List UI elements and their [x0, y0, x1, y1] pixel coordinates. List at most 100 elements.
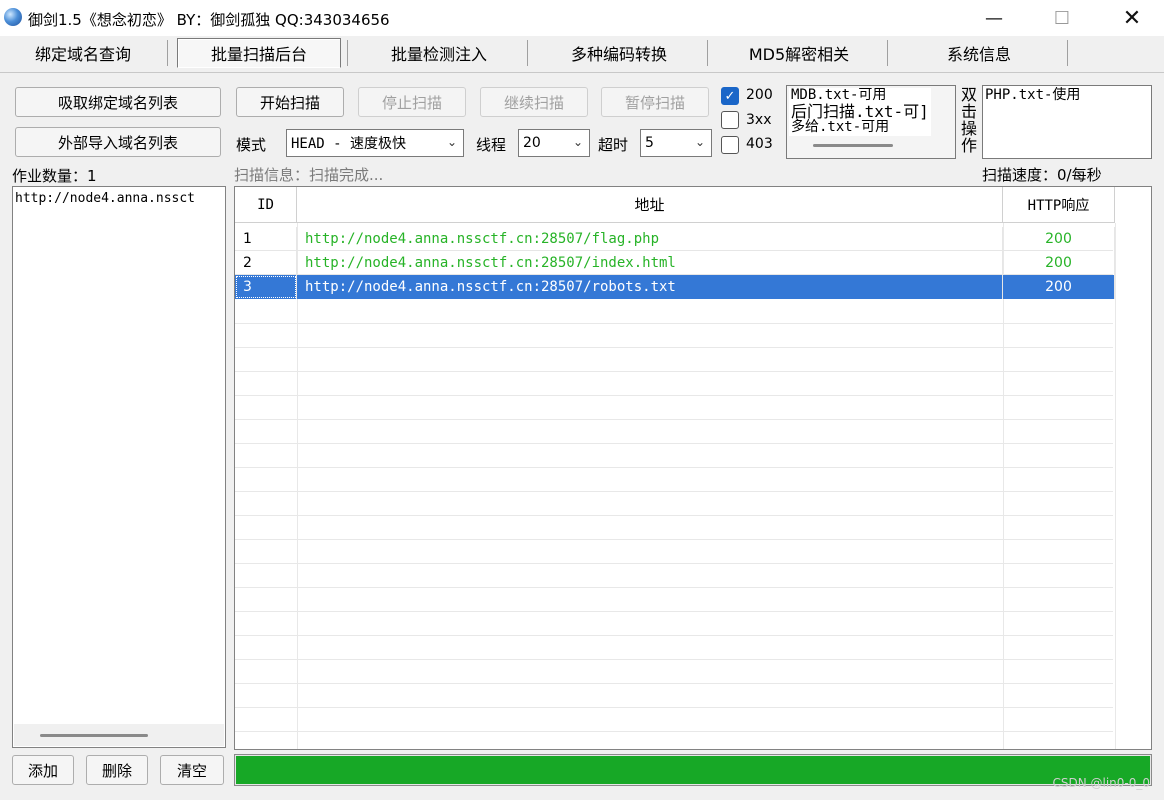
php-dictionary-box[interactable]: PHP.txt-使用: [982, 85, 1152, 159]
maximize-button[interactable]: ☐: [1034, 0, 1090, 36]
mode-select[interactable]: HEAD - 速度极快 ⌄: [286, 129, 464, 157]
tab-encoding-conversion[interactable]: 多种编码转换: [534, 38, 704, 68]
row-url: http://node4.anna.nssctf.cn:28507/index.…: [297, 251, 1003, 275]
hint-char: 击: [960, 102, 977, 121]
row-http-code: 200: [1003, 251, 1115, 275]
scan-info-label: 扫描信息：扫描完成...: [234, 166, 384, 184]
row-separator: [235, 659, 1113, 660]
progress-fill: [236, 756, 1150, 784]
app-globe-icon: [4, 8, 22, 26]
row-separator: [235, 611, 1113, 612]
title-bar: 御剑1.5《想念初恋》 BY：御剑孤独 QQ:343034656 — ☐ ✕: [0, 0, 1164, 36]
status-200-label: 200: [746, 87, 773, 103]
watermark: CSDN @lin0-0_0: [1052, 776, 1150, 790]
status-403-label: 403: [746, 136, 773, 152]
row-separator: [235, 587, 1113, 588]
php-dictionary-item[interactable]: PHP.txt-使用: [983, 86, 1151, 103]
column-header-url[interactable]: 地址: [297, 187, 1003, 223]
tab-separator: [527, 40, 528, 66]
scan-speed-label: 扫描速度：0/每秒: [982, 166, 1102, 184]
window-title: 御剑1.5《想念初恋》 BY：御剑孤独 QQ:343034656: [28, 11, 390, 29]
tab-separator: [347, 40, 348, 66]
add-button[interactable]: 添加: [12, 755, 74, 785]
status-3xx-label: 3xx: [746, 112, 772, 128]
hint-char: 双: [960, 85, 977, 104]
row-separator: [235, 467, 1113, 468]
tab-separator: [1067, 40, 1068, 66]
pause-scan-button[interactable]: 暂停扫描: [601, 87, 709, 117]
minimize-button[interactable]: —: [966, 0, 1022, 36]
row-http-code: 200: [1003, 275, 1115, 299]
list-item[interactable]: http://node4.anna.nssct: [13, 187, 225, 210]
double-click-hint: 双 击 操 作: [960, 86, 978, 154]
dictionary-list[interactable]: MDB.txt-可用 后门扫描.txt-可] 多给.txt-可用: [786, 85, 956, 159]
mode-value: HEAD - 速度极快: [291, 136, 407, 152]
row-separator: [235, 563, 1113, 564]
scrollbar-thumb[interactable]: [40, 734, 148, 737]
domain-listbox[interactable]: http://node4.anna.nssct: [12, 186, 226, 748]
hint-char: 作: [960, 136, 977, 155]
chevron-down-icon: ⌄: [572, 135, 583, 149]
dictionary-item[interactable]: 后门扫描.txt-可]: [789, 103, 931, 120]
close-button[interactable]: ✕: [1104, 0, 1160, 36]
chevron-down-icon: ⌄: [694, 135, 705, 149]
row-separator: [235, 491, 1113, 492]
resume-scan-button[interactable]: 继续扫描: [480, 87, 588, 117]
start-scan-button[interactable]: 开始扫描: [236, 87, 344, 117]
dictionary-list-items: MDB.txt-可用 后门扫描.txt-可] 多给.txt-可用: [789, 88, 931, 136]
status-200-checkbox[interactable]: ✓: [721, 87, 739, 105]
results-table[interactable]: ID 地址 HTTP响应 1 http://node4.anna.nssctf.…: [234, 186, 1152, 750]
row-url: http://node4.anna.nssctf.cn:28507/robots…: [297, 275, 1003, 299]
table-row[interactable]: 2 http://node4.anna.nssctf.cn:28507/inde…: [235, 251, 1115, 275]
chevron-down-icon: ⌄: [446, 135, 457, 149]
row-id: 1: [235, 227, 297, 251]
status-403-checkbox[interactable]: [721, 136, 739, 154]
tab-batch-scan-admin[interactable]: 批量扫描后台: [177, 38, 341, 68]
dictionary-item[interactable]: 多给.txt-可用: [789, 120, 931, 135]
status-3xx-checkbox[interactable]: [721, 111, 739, 129]
timeout-label: 超时: [598, 136, 629, 154]
timeout-select[interactable]: 5 ⌄: [640, 129, 712, 157]
row-separator: [235, 419, 1113, 420]
dictionary-scrollbar[interactable]: [813, 144, 893, 147]
tab-separator: [887, 40, 888, 66]
row-id: 2: [235, 251, 297, 275]
tab-separator: [707, 40, 708, 66]
import-domains-button[interactable]: 外部导入域名列表: [15, 127, 221, 157]
fetch-bound-domains-button[interactable]: 吸取绑定域名列表: [15, 87, 221, 117]
row-separator: [235, 683, 1113, 684]
table-row-selected[interactable]: 3 http://node4.anna.nssctf.cn:28507/robo…: [235, 275, 1115, 299]
row-http-code: 200: [1003, 227, 1115, 251]
row-separator: [235, 707, 1113, 708]
dictionary-item[interactable]: MDB.txt-可用: [789, 88, 931, 103]
timeout-value: 5: [645, 135, 654, 151]
column-header-id[interactable]: ID: [235, 187, 297, 223]
tab-batch-injection-check[interactable]: 批量检测注入: [354, 38, 524, 68]
table-row[interactable]: 1 http://node4.anna.nssctf.cn:28507/flag…: [235, 227, 1115, 251]
tab-separator: [167, 40, 168, 66]
row-separator: [235, 731, 1113, 732]
mode-label: 模式: [236, 136, 267, 154]
column-header-http[interactable]: HTTP响应: [1003, 187, 1115, 223]
stop-scan-button[interactable]: 停止扫描: [358, 87, 466, 117]
tab-system-info[interactable]: 系统信息: [894, 38, 1064, 68]
column-divider: [1003, 223, 1004, 749]
row-separator: [235, 323, 1113, 324]
column-divider: [1115, 223, 1116, 749]
delete-button[interactable]: 删除: [86, 755, 148, 785]
row-id: 3: [235, 275, 297, 299]
row-separator: [235, 539, 1113, 540]
row-separator: [235, 395, 1113, 396]
threads-value: 20: [523, 135, 541, 151]
tab-md5-decrypt[interactable]: MD5解密相关: [714, 38, 884, 68]
horizontal-scrollbar[interactable]: [14, 724, 224, 746]
tab-bound-domain-query[interactable]: 绑定域名查询: [8, 38, 158, 68]
row-separator: [235, 635, 1113, 636]
clear-button[interactable]: 清空: [160, 755, 224, 785]
row-separator: [235, 443, 1113, 444]
row-separator: [235, 515, 1113, 516]
scan-progress-bar: [234, 754, 1152, 786]
column-divider: [297, 223, 298, 749]
threads-label: 线程: [476, 136, 507, 154]
threads-select[interactable]: 20 ⌄: [518, 129, 590, 157]
